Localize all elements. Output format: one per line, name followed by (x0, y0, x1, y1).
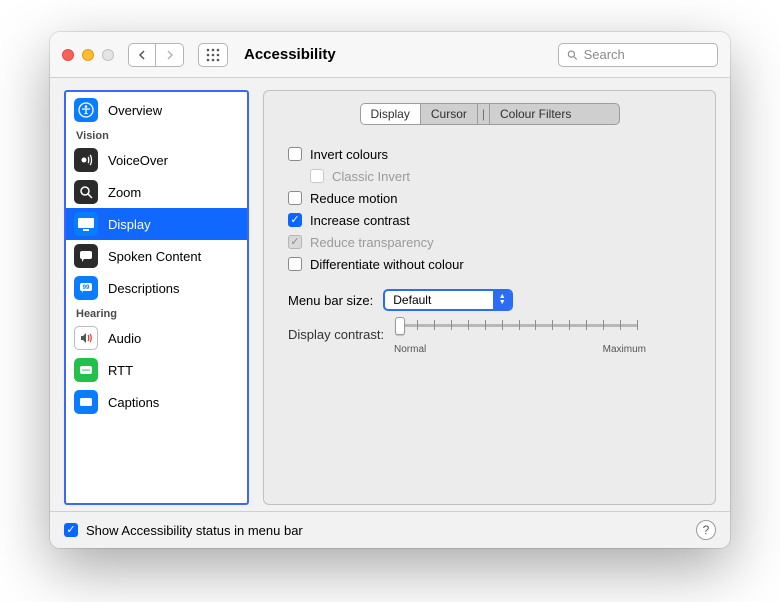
tab-cursor[interactable]: Cursor (421, 104, 478, 124)
accessibility-icon (74, 98, 98, 122)
checkbox-reduce-motion[interactable] (288, 191, 302, 205)
descriptions-icon: 99 (74, 276, 98, 300)
select-value: Default (393, 293, 431, 307)
sidebar-item-descriptions[interactable]: 99 Descriptions (66, 272, 247, 304)
captions-icon (74, 390, 98, 414)
sidebar: Overview Vision VoiceOver Zoom (64, 90, 249, 505)
sidebar-item-label: Captions (108, 395, 159, 410)
footer: Show Accessibility status in menu bar ? (50, 511, 730, 548)
slider-max-label: Maximum (603, 344, 646, 355)
display-icon (74, 212, 98, 236)
option-classic-invert: Classic Invert (288, 165, 697, 187)
display-contrast-label: Display contrast: (288, 327, 384, 342)
option-label: Increase contrast (310, 213, 410, 228)
sidebar-item-voiceover[interactable]: VoiceOver (66, 144, 247, 176)
show-all-button[interactable] (198, 43, 228, 67)
svg-text:99: 99 (83, 285, 90, 291)
minimize-window-button[interactable] (82, 49, 94, 61)
sidebar-item-label: Overview (108, 103, 162, 118)
option-label: Reduce transparency (310, 235, 434, 250)
sidebar-scroll[interactable]: Overview Vision VoiceOver Zoom (66, 92, 247, 503)
sidebar-section-hearing: Hearing (66, 304, 247, 322)
checkbox-differentiate-colour[interactable] (288, 257, 302, 271)
search-field[interactable] (558, 43, 718, 67)
sidebar-item-label: Spoken Content (108, 249, 201, 264)
sidebar-item-label: RTT (108, 363, 133, 378)
sidebar-item-overview[interactable]: Overview (66, 94, 247, 126)
nav-buttons (128, 43, 184, 67)
close-window-button[interactable] (62, 49, 74, 61)
grid-icon (206, 48, 220, 62)
titlebar: Accessibility (50, 32, 730, 78)
menu-bar-size-select[interactable]: Default ▲▼ (383, 289, 513, 311)
forward-button[interactable] (156, 43, 184, 67)
sidebar-item-label: Audio (108, 331, 141, 346)
help-button[interactable]: ? (696, 520, 716, 540)
slider-min-label: Normal (394, 344, 426, 355)
sidebar-item-rtt[interactable]: RTT (66, 354, 247, 386)
page-title: Accessibility (244, 46, 336, 63)
tab-bar: Display Cursor | Colour Filters (360, 103, 620, 125)
system-prefs-window: Accessibility Overview Vision (50, 32, 730, 548)
window-controls (62, 49, 114, 61)
option-reduce-transparency: Reduce transparency (288, 231, 697, 253)
settings-panel: Display Cursor | Colour Filters Invert c… (263, 90, 716, 505)
zoom-window-button[interactable] (102, 49, 114, 61)
option-label: Classic Invert (332, 169, 410, 184)
sidebar-item-zoom[interactable]: Zoom (66, 176, 247, 208)
option-label: Differentiate without colour (310, 257, 464, 272)
zoom-icon (74, 180, 98, 204)
option-differentiate-colour[interactable]: Differentiate without colour (288, 253, 697, 275)
sidebar-item-spoken-content[interactable]: Spoken Content (66, 240, 247, 272)
rtt-icon (74, 358, 98, 382)
search-input[interactable] (584, 47, 709, 62)
sidebar-item-captions[interactable]: Captions (66, 386, 247, 418)
tab-display[interactable]: Display (361, 104, 421, 124)
sidebar-item-label: Descriptions (108, 281, 180, 296)
display-options: Invert colours Classic Invert Reduce mot… (282, 143, 697, 355)
chevron-right-icon (166, 50, 174, 60)
checkbox-increase-contrast[interactable] (288, 213, 302, 227)
sidebar-item-label: Zoom (108, 185, 141, 200)
sidebar-item-audio[interactable]: Audio (66, 322, 247, 354)
menu-bar-size-row: Menu bar size: Default ▲▼ (288, 289, 697, 311)
updown-caret-icon: ▲▼ (493, 291, 511, 309)
option-label: Reduce motion (310, 191, 397, 206)
option-invert-colours[interactable]: Invert colours (288, 143, 697, 165)
speech-bubble-icon (74, 244, 98, 268)
footer-label: Show Accessibility status in menu bar (86, 523, 303, 538)
tab-colour-filters[interactable]: Colour Filters (490, 104, 581, 124)
slider-knob[interactable] (395, 317, 405, 335)
option-label: Invert colours (310, 147, 388, 162)
speaker-icon (74, 326, 98, 350)
option-reduce-motion[interactable]: Reduce motion (288, 187, 697, 209)
chevron-left-icon (138, 50, 146, 60)
checkbox-classic-invert (310, 169, 324, 183)
display-contrast-slider[interactable] (400, 316, 638, 334)
menu-bar-size-label: Menu bar size: (288, 293, 373, 308)
sidebar-item-label: VoiceOver (108, 153, 168, 168)
sidebar-section-vision: Vision (66, 126, 247, 144)
search-icon (567, 49, 578, 61)
sidebar-item-display[interactable]: Display (66, 208, 247, 240)
content-body: Overview Vision VoiceOver Zoom (50, 78, 730, 511)
tab-separator: | (478, 104, 490, 124)
checkbox-invert-colours[interactable] (288, 147, 302, 161)
voiceover-icon (74, 148, 98, 172)
sidebar-item-label: Display (108, 217, 151, 232)
checkbox-show-status-menubar[interactable] (64, 523, 78, 537)
option-increase-contrast[interactable]: Increase contrast (288, 209, 697, 231)
checkbox-reduce-transparency (288, 235, 302, 249)
back-button[interactable] (128, 43, 156, 67)
display-contrast-row: Display contrast: Normal Maximum (288, 327, 697, 355)
